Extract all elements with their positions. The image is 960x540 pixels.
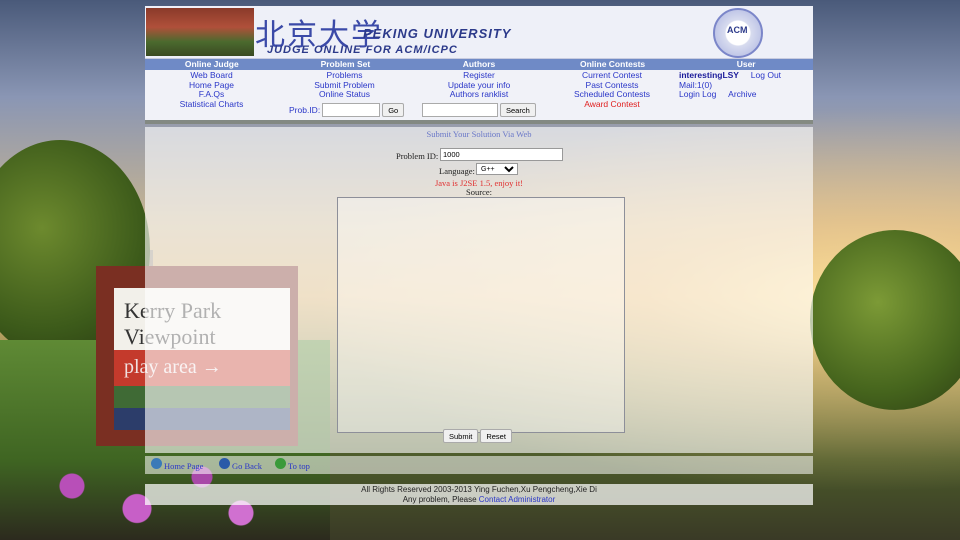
language-select[interactable]: G++ [476,163,518,175]
nav-back[interactable]: Go Back [219,458,262,471]
prob-id-input[interactable] [322,103,381,117]
menu-header-online-judge: Online Judge [184,59,239,69]
header-divider [145,120,813,124]
home-icon [151,458,162,469]
menu-body: Web Board Home Page F.A.Qs Statistical C… [145,70,813,120]
footer: All Rights Reserved 2003-2013 Ying Fuche… [145,484,813,505]
source-textarea[interactable] [337,197,625,433]
search-input[interactable] [422,103,498,117]
contact-admin-link[interactable]: Contact Administrator [479,495,555,504]
link-online-status[interactable]: Online Status [278,90,411,100]
nav-back-label: Go Back [232,461,262,471]
banner: 北京大学 PEKING UNIVERSITY JUDGE ONLINE FOR … [145,6,813,59]
nav-home-label: Home Page [164,461,204,471]
link-statistical-charts[interactable]: Statistical Charts [145,99,278,110]
campus-photo [146,8,254,56]
menu-header-user: User [736,59,756,69]
source-label: Source: [466,187,492,197]
menu-header-online-contests: Online Contests [579,59,646,69]
form-buttons: Submit Reset [443,429,512,443]
online-judge-menu: Web Board Home Page F.A.Qs Statistical C… [145,70,278,110]
submit-button[interactable]: Submit [443,429,479,443]
acm-logo-text: ACM [727,25,748,35]
authors-menu: Register Update your info Authors rankli… [411,70,547,100]
footer-contact-line: Any problem, Please Contact Administrato… [145,495,813,505]
to-top-icon [275,458,286,469]
back-icon [219,458,230,469]
oj-header: 北京大学 PEKING UNIVERSITY JUDGE ONLINE FOR … [145,6,813,124]
username-link[interactable]: interestingLSY [679,70,739,80]
archive-link[interactable]: Archive [728,89,756,99]
menu-header-problem-set: Problem Set [320,59,371,69]
acm-logo: ACM [713,8,763,58]
contests-menu: Current Contest Past Contests Scheduled … [545,70,679,110]
form-title: Submit Your Solution Via Web [426,129,532,139]
login-log-link[interactable]: Login Log [679,89,716,99]
bottom-nav: Home Page Go Back To top [145,456,813,474]
footer-rights: All Rights Reserved 2003-2013 Ying Fuche… [361,485,597,494]
problem-id-label: Problem ID: [396,151,439,161]
problem-set-menu: Problems Submit Problem Online Status [278,70,411,100]
problem-id-field[interactable] [440,148,563,161]
nav-home[interactable]: Home Page [151,458,204,471]
banner-university: PEKING UNIVERSITY [363,26,512,41]
search-box: Search [422,103,536,117]
language-label: Language: [439,166,475,176]
nav-top[interactable]: To top [275,458,310,471]
logout-link[interactable]: Log Out [751,70,781,80]
nav-top-label: To top [288,461,310,471]
link-authors-ranklist[interactable]: Authors ranklist [411,90,547,100]
search-button[interactable]: Search [500,103,536,117]
menu-header: Online Judge Problem Set Authors Online … [145,59,813,70]
link-award-contest[interactable]: Award Contest [545,99,679,110]
menu-header-authors: Authors [462,59,496,69]
go-button[interactable]: Go [382,103,405,117]
prob-id-label: Prob.ID: [289,105,321,115]
reset-button[interactable]: Reset [480,429,512,443]
banner-subtitle: JUDGE ONLINE FOR ACM/ICPC [267,44,458,56]
user-menu: interestingLSY Log Out Mail:1(0) Login L… [679,70,813,100]
prob-id-jump: Prob.ID: Go [289,103,405,117]
footer-problem-text: Any problem, Please [402,494,477,504]
submit-form: Submit Your Solution Via Web Problem ID:… [145,127,813,453]
